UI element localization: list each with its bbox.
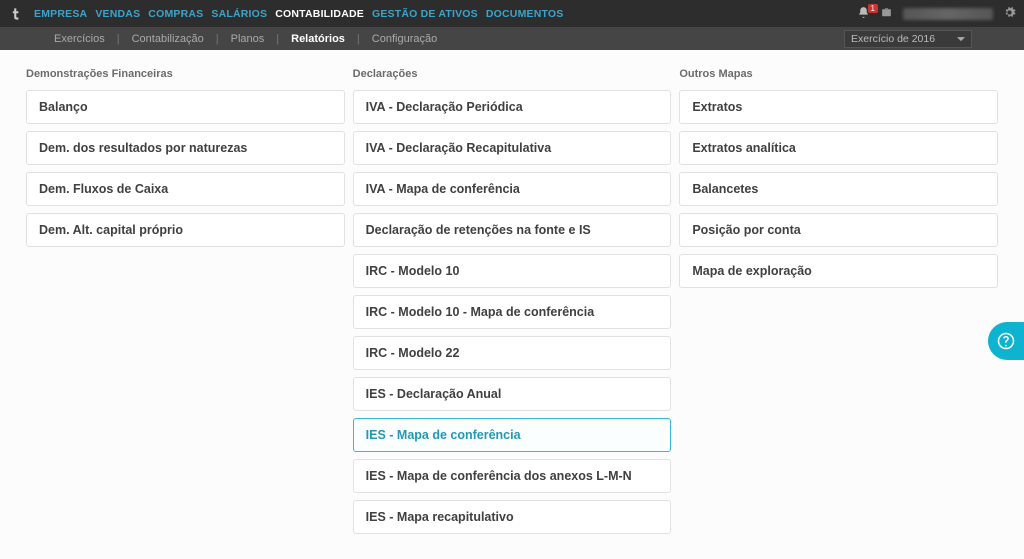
topnav-item-vendas[interactable]: VENDAS	[95, 8, 140, 20]
content-grid: Demonstrações Financeiras Balanço Dem. do…	[0, 50, 1024, 559]
topnav-item-empresa[interactable]: EMPRESA	[34, 8, 87, 20]
column-declarations: Declarações IVA - Declaração Periódica IV…	[353, 68, 672, 541]
report-card[interactable]: IRC - Modelo 10 - Mapa de conferência	[353, 295, 672, 329]
report-card[interactable]: IVA - Declaração Recapitulativa	[353, 131, 672, 165]
report-card[interactable]: Dem. dos resultados por naturezas	[26, 131, 345, 165]
gear-icon[interactable]	[1003, 6, 1016, 22]
report-card[interactable]: Posição por conta	[679, 213, 998, 247]
column-other: Outros Mapas Extratos Extratos analítica B…	[679, 68, 998, 541]
separator: |	[117, 33, 120, 45]
subnav-item-exercícios[interactable]: Exercícios	[52, 33, 107, 45]
separator: |	[357, 33, 360, 45]
subnav-item-planos[interactable]: Planos	[229, 33, 267, 45]
report-card[interactable]: IES - Mapa recapitulativo	[353, 500, 672, 534]
column-header: Demonstrações Financeiras	[26, 68, 345, 80]
report-card[interactable]: IRC - Modelo 10	[353, 254, 672, 288]
report-card[interactable]: IES - Declaração Anual	[353, 377, 672, 411]
help-button[interactable]	[988, 322, 1024, 360]
top-nav: EMPRESA VENDAS COMPRAS SALÁRIOS CONTABILIDAD…	[34, 8, 564, 20]
topnav-item-contabilidade[interactable]: CONTABILIDADE	[275, 8, 364, 20]
topnav-item-compras[interactable]: COMPRAS	[148, 8, 203, 20]
app-logo[interactable]	[8, 5, 26, 23]
notification-badge: 1	[868, 4, 878, 13]
report-card[interactable]: IVA - Mapa de conferência	[353, 172, 672, 206]
separator: |	[276, 33, 279, 45]
column-financial: Demonstrações Financeiras Balanço Dem. do…	[26, 68, 345, 541]
subnav-item-configuração[interactable]: Configuração	[370, 33, 439, 45]
topnav-item-documentos[interactable]: DOCUMENTOS	[486, 8, 564, 20]
topnav-item-gestão-de-ativos[interactable]: GESTÃO DE ATIVOS	[372, 8, 478, 20]
subnav-item-contabilização[interactable]: Contabilização	[130, 33, 206, 45]
report-card[interactable]: IES - Mapa de conferência	[353, 418, 672, 452]
column-header: Outros Mapas	[679, 68, 998, 80]
report-card[interactable]: Declaração de retenções na fonte e IS	[353, 213, 672, 247]
top-bar: EMPRESA VENDAS COMPRAS SALÁRIOS CONTABILIDAD…	[0, 0, 1024, 27]
report-card[interactable]: Extratos	[679, 90, 998, 124]
report-card[interactable]: Mapa de exploração	[679, 254, 998, 288]
year-selector[interactable]: Exercício de 2016	[844, 30, 972, 48]
topnav-item-salários[interactable]: SALÁRIOS	[211, 8, 267, 20]
subnav-item-relatórios[interactable]: Relatórios	[289, 33, 347, 45]
sub-bar: Exercícios | Contabilização | Planos | Relatór…	[0, 27, 1024, 50]
report-card[interactable]: Balancetes	[679, 172, 998, 206]
chevron-down-icon	[957, 33, 965, 45]
sub-nav: Exercícios | Contabilização | Planos | Relatór…	[52, 33, 439, 45]
separator: |	[216, 33, 219, 45]
user-name[interactable]	[903, 8, 993, 20]
notifications-icon[interactable]: 1	[857, 6, 870, 22]
report-card[interactable]: IVA - Declaração Periódica	[353, 90, 672, 124]
report-card[interactable]: Extratos analítica	[679, 131, 998, 165]
report-card[interactable]: IES - Mapa de conferência dos anexos L-M…	[353, 459, 672, 493]
report-card[interactable]: Dem. Fluxos de Caixa	[26, 172, 345, 206]
report-card[interactable]: Dem. Alt. capital próprio	[26, 213, 345, 247]
top-bar-right: 1	[857, 6, 1016, 22]
report-card[interactable]: IRC - Modelo 22	[353, 336, 672, 370]
column-header: Declarações	[353, 68, 672, 80]
year-selector-label: Exercício de 2016	[851, 33, 935, 45]
briefcase-icon[interactable]	[880, 6, 893, 22]
report-card[interactable]: Balanço	[26, 90, 345, 124]
